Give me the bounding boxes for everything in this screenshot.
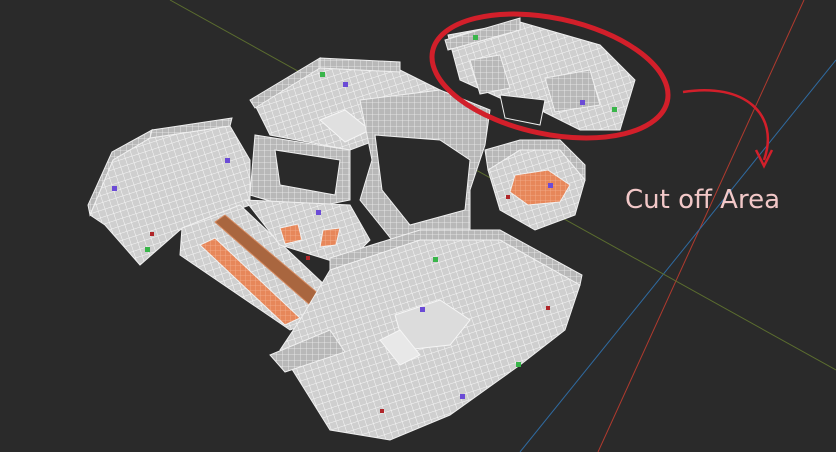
marker-red[interactable] — [150, 232, 154, 236]
marker-red[interactable] — [380, 409, 384, 413]
marker-purple[interactable] — [580, 100, 585, 105]
marker-green[interactable] — [145, 247, 150, 252]
marker-red[interactable] — [546, 306, 550, 310]
marker-green[interactable] — [612, 107, 617, 112]
marker-purple[interactable] — [112, 186, 117, 191]
marker-purple[interactable] — [548, 183, 553, 188]
marker-green[interactable] — [473, 35, 478, 40]
marker-purple[interactable] — [316, 210, 321, 215]
3d-viewport[interactable]: Cut off Area — [0, 0, 836, 452]
marker-red[interactable] — [306, 256, 310, 260]
marker-purple[interactable] — [343, 82, 348, 87]
cutoff-wall-3 — [544, 69, 601, 113]
marker-purple[interactable] — [225, 158, 230, 163]
marker-red[interactable] — [506, 195, 510, 199]
marker-purple[interactable] — [420, 307, 425, 312]
marker-green[interactable] — [320, 72, 325, 77]
marker-green[interactable] — [516, 362, 521, 367]
annotation-label: Cut off Area — [625, 185, 780, 215]
marker-purple[interactable] — [460, 394, 465, 399]
marker-green[interactable] — [433, 257, 438, 262]
